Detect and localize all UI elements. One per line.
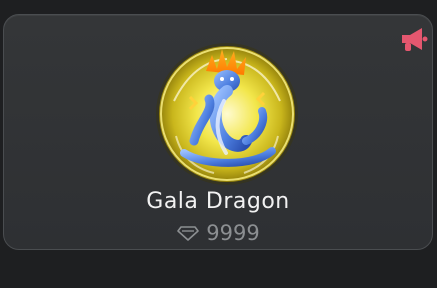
gift-card[interactable]: Gala Dragon 9999 [3,14,433,250]
diamond-outline-icon [177,226,200,241]
megaphone-icon[interactable] [398,25,428,53]
price-value: 9999 [206,221,260,245]
gala-dragon-gift-image [156,43,298,185]
gift-name: Gala Dragon [146,189,290,214]
gift-price: 9999 [4,221,432,245]
